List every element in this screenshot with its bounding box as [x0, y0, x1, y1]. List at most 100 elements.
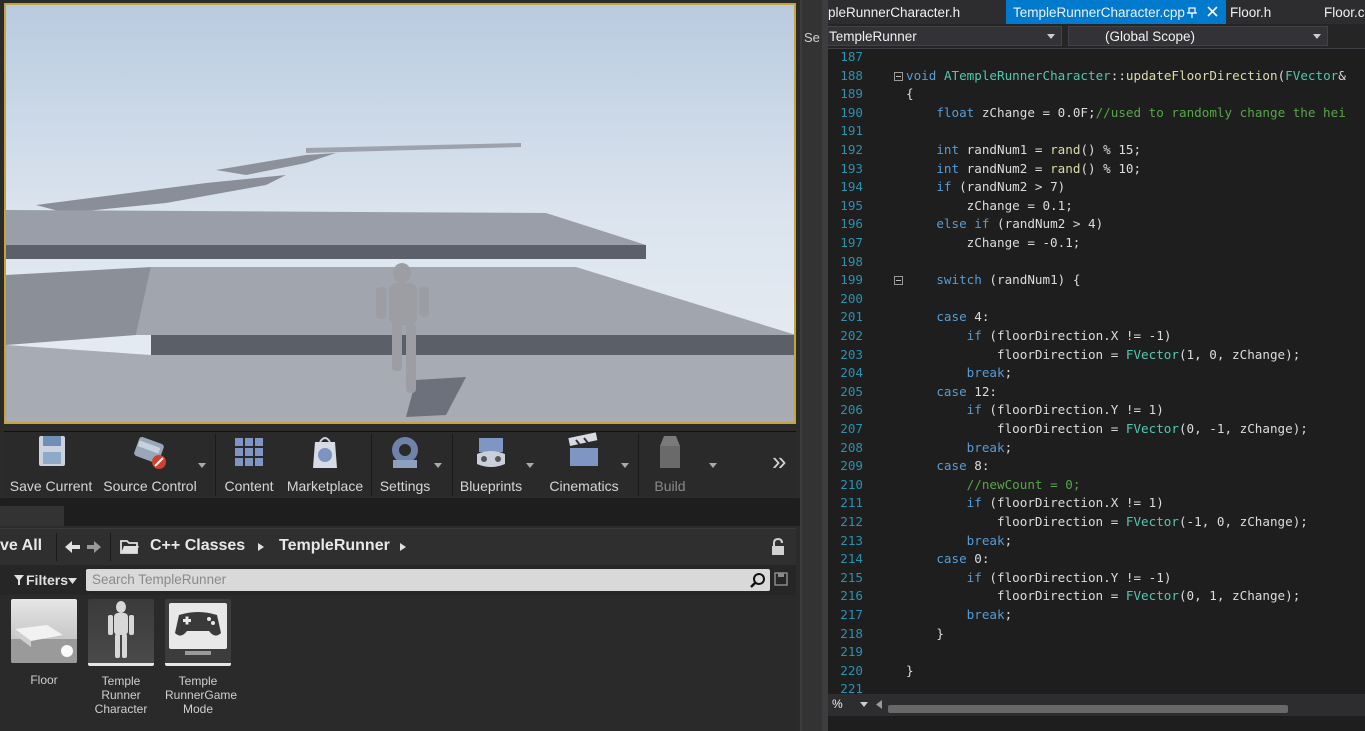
close-icon[interactable] — [1207, 6, 1218, 17]
code-line[interactable]: 215 if (floorDirection.Y != -1) — [828, 569, 1365, 588]
code-line[interactable]: 209 case 8: — [828, 457, 1365, 476]
marketplace-button[interactable]: Marketplace — [282, 432, 368, 498]
content-button[interactable]: Content — [218, 432, 280, 498]
code-text-area[interactable]: 187 188 void ATempleRunnerCharacter::updat… — [828, 48, 1365, 696]
level-viewport[interactable] — [4, 3, 796, 424]
code-line[interactable]: 208 break; — [828, 439, 1365, 458]
code-line[interactable]: 193 int randNum2 = rand() % 10; — [828, 160, 1365, 179]
save-search-icon[interactable] — [774, 572, 788, 586]
scope-dropdown[interactable]: (Global Scope) — [1068, 26, 1328, 46]
collapse-toggle-icon[interactable] — [894, 71, 903, 81]
tab-templerunnercharacter-cpp[interactable]: TempleRunnerCharacter.cpp — [1006, 0, 1226, 24]
chevron-down-icon[interactable] — [433, 460, 443, 470]
project-dropdown[interactable]: TempleRunner — [828, 26, 1062, 46]
tab-templerunnercharacter-h[interactable]: pleRunnerCharacter.h — [828, 0, 1008, 24]
chevron-down-icon[interactable] — [860, 702, 868, 707]
settings-icon — [392, 437, 418, 468]
code-line[interactable]: 220} — [828, 662, 1365, 681]
code-line[interactable]: 190 float zChange = 0.0F;//used to rando… — [828, 104, 1365, 123]
chevron-down-icon[interactable] — [525, 460, 535, 470]
save-current-button[interactable]: Save Current — [6, 432, 96, 498]
code-line[interactable]: 211 if (floorDirection.X != 1) — [828, 494, 1365, 513]
collapse-toggle-icon[interactable] — [894, 276, 903, 286]
back-arrow-icon[interactable] — [64, 539, 82, 555]
code-line[interactable]: 210 //newCount = 0; — [828, 476, 1365, 495]
chevron-down-icon[interactable] — [708, 460, 718, 470]
build-button[interactable]: Build — [642, 432, 698, 498]
code-line[interactable]: 207 floorDirection = FVector(0, -1, zCha… — [828, 420, 1365, 439]
code-line[interactable]: 200 — [828, 290, 1365, 309]
asset-tile-floor[interactable]: Floor — [11, 599, 77, 687]
tab-floor-cpp[interactable]: Floor.c — [1324, 0, 1365, 24]
asset-tile-temple-runner-game-mode[interactable]: Temple RunnerGame Mode — [165, 599, 237, 716]
content-browser-tab[interactable] — [0, 506, 64, 526]
code-line[interactable]: 198 — [828, 253, 1365, 272]
code-line[interactable]: 188 void ATempleRunnerCharacter::updateFl… — [828, 67, 1365, 86]
line-number: 210 — [840, 476, 863, 492]
code-line[interactable]: 187 — [828, 48, 1365, 67]
source-control-label: Source Control — [103, 478, 197, 494]
code-line[interactable]: 213 break; — [828, 532, 1365, 551]
code-line[interactable]: 219 — [828, 643, 1365, 662]
code-text: break; — [966, 365, 1013, 381]
code-line[interactable]: 202 if (floorDirection.X != -1) — [828, 327, 1365, 346]
code-line[interactable]: 214 case 0: — [828, 550, 1365, 569]
solution-explorer-collapsed-panel[interactable]: Se — [802, 0, 822, 731]
code-line[interactable]: 217 break; — [828, 606, 1365, 625]
folder-icon[interactable] — [120, 538, 140, 556]
floor-thumbnail — [11, 599, 77, 663]
tab-label: Floor.c — [1324, 5, 1365, 20]
code-line[interactable]: 195 zChange = 0.1; — [828, 197, 1365, 216]
code-text: } — [906, 662, 914, 678]
line-number: 207 — [840, 421, 863, 436]
code-line[interactable]: 196 else if (randNum2 > 4) — [828, 215, 1365, 234]
code-line[interactable]: 191 — [828, 122, 1365, 141]
code-line[interactable]: 203 floorDirection = FVector(1, 0, zChan… — [828, 346, 1365, 365]
chevron-down-icon[interactable] — [197, 460, 207, 470]
search-icon[interactable] — [750, 572, 766, 588]
source-control-button[interactable]: Source Control — [100, 432, 200, 498]
line-number: 194 — [840, 179, 863, 195]
save-all-button[interactable]: ve All — [0, 537, 42, 555]
settings-button[interactable]: Settings — [374, 432, 436, 498]
code-text: //newCount = 0; — [966, 476, 1081, 492]
content-browser-path-bar: ve All C++ Classes TempleRunner — [0, 528, 796, 565]
toolbar-overflow-button[interactable]: » — [772, 446, 786, 477]
code-line[interactable]: 197 zChange = -0.1; — [828, 234, 1365, 253]
code-text: switch (randNum1) { — [936, 272, 1081, 288]
scroll-left-icon[interactable] — [876, 700, 882, 709]
code-line[interactable]: 204 break; — [828, 364, 1365, 383]
path-segment-templerunner[interactable]: TempleRunner — [279, 537, 390, 555]
blueprints-label: Blueprints — [459, 478, 523, 494]
code-text: else if (randNum2 > 4) — [936, 216, 1104, 232]
line-number: 218 — [840, 625, 863, 641]
code-text: case 0: — [936, 551, 990, 567]
pin-icon[interactable] — [1187, 6, 1197, 18]
code-line[interactable]: 212 floorDirection = FVector(-1, 0, zCha… — [828, 513, 1365, 532]
tab-floor-h[interactable]: Floor.h — [1230, 0, 1310, 24]
code-line[interactable]: 192 int randNum1 = rand() % 15; — [828, 141, 1365, 160]
asset-tile-temple-runner-character[interactable]: Temple Runner Character — [88, 599, 154, 716]
line-number: 193 — [840, 160, 863, 176]
code-line[interactable]: 201 case 4: — [828, 308, 1365, 327]
chevron-right-icon — [258, 543, 264, 551]
chevron-right-icon[interactable] — [399, 542, 407, 552]
code-line[interactable]: 194 if (randNum2 > 7) — [828, 178, 1365, 197]
blueprints-button[interactable]: Blueprints — [456, 432, 526, 498]
code-line[interactable]: 216 floorDirection = FVector(0, 1, zChan… — [828, 587, 1365, 606]
cinematics-button[interactable]: Cinematics — [544, 432, 624, 498]
code-line[interactable]: 189 { — [828, 85, 1365, 104]
chevron-down-icon[interactable] — [620, 460, 630, 470]
zoom-level[interactable]: % — [832, 697, 843, 711]
code-line[interactable]: 218 } — [828, 625, 1365, 644]
horizontal-scrollbar-thumb[interactable] — [888, 705, 1288, 713]
search-input[interactable]: Search TempleRunner — [86, 569, 770, 591]
path-segment-cpp-classes[interactable]: C++ Classes — [150, 537, 245, 555]
forward-arrow-icon[interactable] — [86, 539, 102, 555]
code-line[interactable]: 205 case 12: — [828, 383, 1365, 402]
lock-icon[interactable] — [770, 538, 786, 556]
code-line[interactable]: 199 switch (randNum1) { — [828, 271, 1365, 290]
code-line[interactable]: 206 if (floorDirection.Y != 1) — [828, 401, 1365, 420]
code-text: zChange = 0.1; — [906, 197, 1073, 213]
filters-button[interactable]: Filters — [8, 570, 80, 590]
